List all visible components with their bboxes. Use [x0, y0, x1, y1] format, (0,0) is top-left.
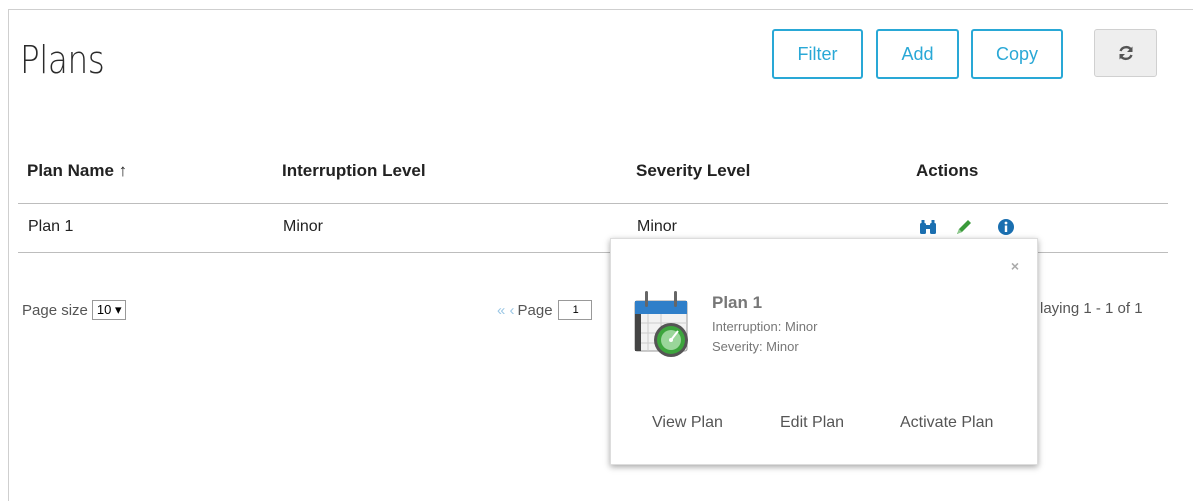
cell-interruption-level: Minor: [283, 218, 324, 235]
cell-plan-name: Plan 1: [28, 218, 74, 235]
binoculars-icon[interactable]: [918, 218, 938, 236]
refresh-button[interactable]: [1094, 29, 1157, 77]
page-size-label: Page size: [22, 301, 88, 319]
page-label: Page: [517, 301, 553, 319]
add-button[interactable]: Add: [876, 29, 959, 79]
column-header-actions: Actions: [916, 161, 979, 180]
page-size-control: Page size 10 ▾: [22, 300, 127, 320]
info-icon[interactable]: [996, 218, 1016, 236]
filter-button[interactable]: Filter: [772, 29, 863, 79]
view-plan-link[interactable]: View Plan: [652, 414, 723, 432]
column-header-severity-level[interactable]: Severity Level: [636, 161, 750, 181]
page-input[interactable]: 1: [557, 300, 592, 320]
calendar-gauge-icon: [634, 291, 688, 357]
activate-plan-link[interactable]: Activate Plan: [900, 414, 993, 432]
display-count: laying 1 - 1 of 1: [1040, 300, 1143, 317]
edit-plan-link[interactable]: Edit Plan: [780, 414, 844, 432]
popup-title: Plan 1: [712, 293, 763, 312]
close-icon[interactable]: ×: [1011, 258, 1019, 274]
popup-severity: Severity: Minor: [712, 339, 799, 354]
popup-interruption: Interruption: Minor: [712, 319, 818, 334]
column-header-interruption-level[interactable]: Interruption Level: [282, 161, 426, 181]
column-header-plan-name[interactable]: Plan Name ↑: [27, 161, 127, 181]
refresh-icon: [1118, 45, 1133, 61]
first-prev-page-icon[interactable]: « ‹: [497, 302, 515, 319]
plan-popup: × Plan 1 Interruption: Minor Severity: M…: [610, 238, 1038, 465]
cell-severity-level: Minor: [637, 218, 678, 235]
page-title: Plans: [20, 38, 105, 82]
page-size-select[interactable]: 10 ▾: [91, 300, 127, 320]
header-divider: [18, 203, 1168, 204]
pencil-icon[interactable]: [954, 218, 974, 236]
pager: « ‹ Page 1: [497, 300, 592, 320]
copy-button[interactable]: Copy: [971, 29, 1063, 79]
